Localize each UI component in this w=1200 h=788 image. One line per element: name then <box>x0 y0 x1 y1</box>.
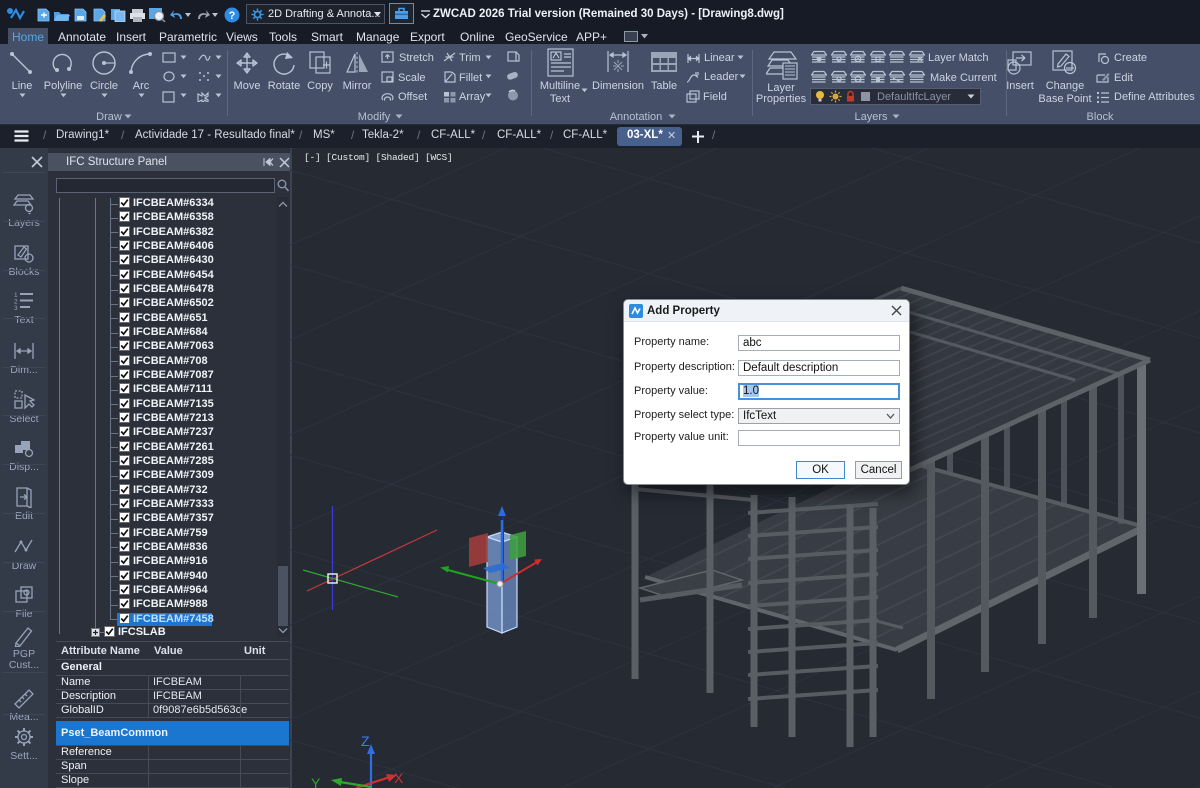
svg-text:X: X <box>394 770 404 786</box>
svg-text:?: ? <box>229 10 236 22</box>
svg-text:3: 3 <box>14 305 18 312</box>
svg-text:Z: Z <box>361 733 370 749</box>
svg-text:Y: Y <box>311 775 321 788</box>
